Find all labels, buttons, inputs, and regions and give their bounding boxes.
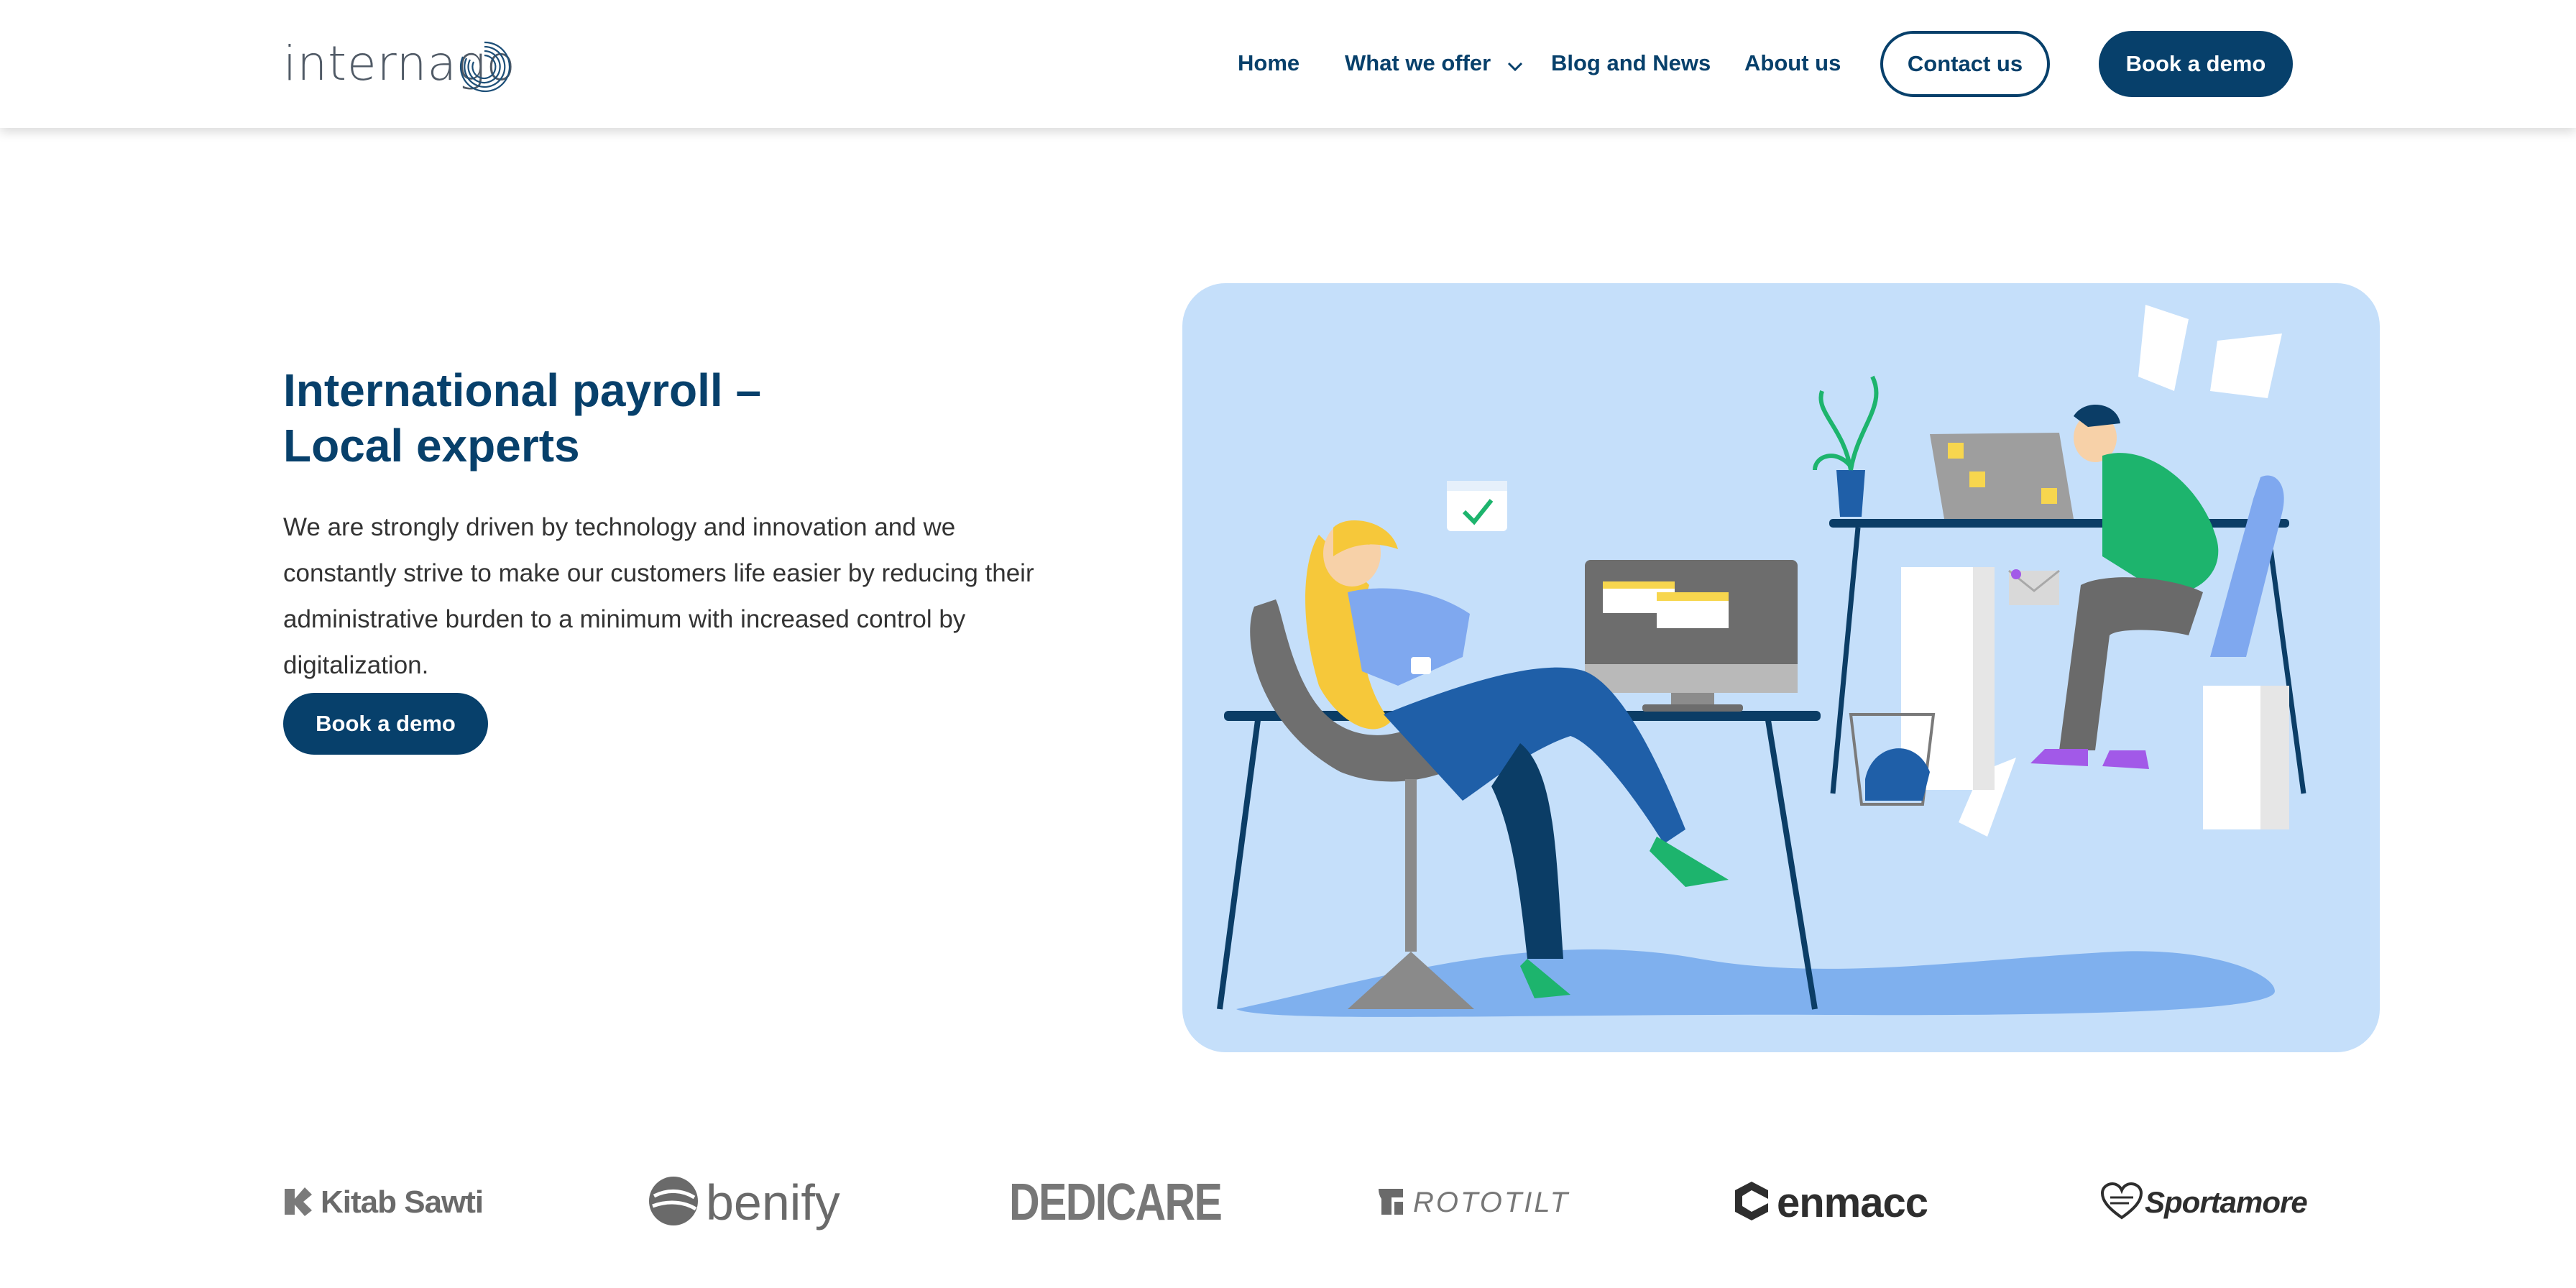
brand-sportamore: Sportamore — [2100, 1163, 2308, 1242]
brand-name: Sportamore — [2145, 1185, 2308, 1219]
header-book-demo-button[interactable]: Book a demo — [2099, 31, 2293, 97]
brand-benify: benify — [647, 1163, 840, 1242]
kitab-sawti-icon — [283, 1184, 313, 1221]
nav-home[interactable]: Home — [1238, 50, 1300, 76]
hero-title: International payroll – Local experts — [283, 363, 761, 474]
hero-book-demo-button[interactable]: Book a demo — [283, 693, 488, 755]
enmacc-icon — [1734, 1180, 1770, 1225]
nav-what-we-offer-label: What we offer — [1345, 50, 1491, 75]
chevron-down-icon — [1507, 52, 1523, 78]
brand-name: ROTOTILT — [1413, 1186, 1570, 1218]
brand-name: enmacc — [1777, 1179, 1928, 1226]
brand-enmacc: enmacc — [1734, 1163, 1928, 1242]
brand-name: Kitab Sawti — [321, 1184, 484, 1220]
brand-name: DEDICARE — [1009, 1174, 1223, 1231]
brand-rototilt: ROTOTILT — [1374, 1163, 1570, 1242]
nav-blog-and-news[interactable]: Blog and News — [1551, 50, 1711, 76]
brand-dedicare: DEDICARE — [1009, 1163, 1268, 1242]
office-illustration — [1182, 283, 2380, 1052]
nav-what-we-offer[interactable]: What we offer — [1345, 50, 1523, 78]
logo-swirl-icon — [454, 32, 515, 104]
hero-description: We are strongly driven by technology and… — [283, 513, 1034, 679]
benify-icon — [647, 1174, 700, 1231]
hero-title-line-2: Local experts — [283, 420, 580, 472]
contact-us-button[interactable]: Contact us — [1880, 31, 2050, 97]
client-logos: Kitab Sawti benify DEDICARE ROTOTILT enm… — [283, 1163, 2308, 1242]
hero-title-line-1: International payroll – — [283, 364, 762, 416]
site-header: internago Home What we offer Blog and Ne… — [0, 0, 2576, 128]
brand-kitab-sawti: Kitab Sawti — [283, 1163, 484, 1242]
sportamore-heart-icon — [2100, 1182, 2143, 1224]
brand-name: benify — [706, 1174, 840, 1230]
nav-about-us[interactable]: About us — [1744, 50, 1841, 76]
rototilt-icon — [1374, 1184, 1407, 1221]
